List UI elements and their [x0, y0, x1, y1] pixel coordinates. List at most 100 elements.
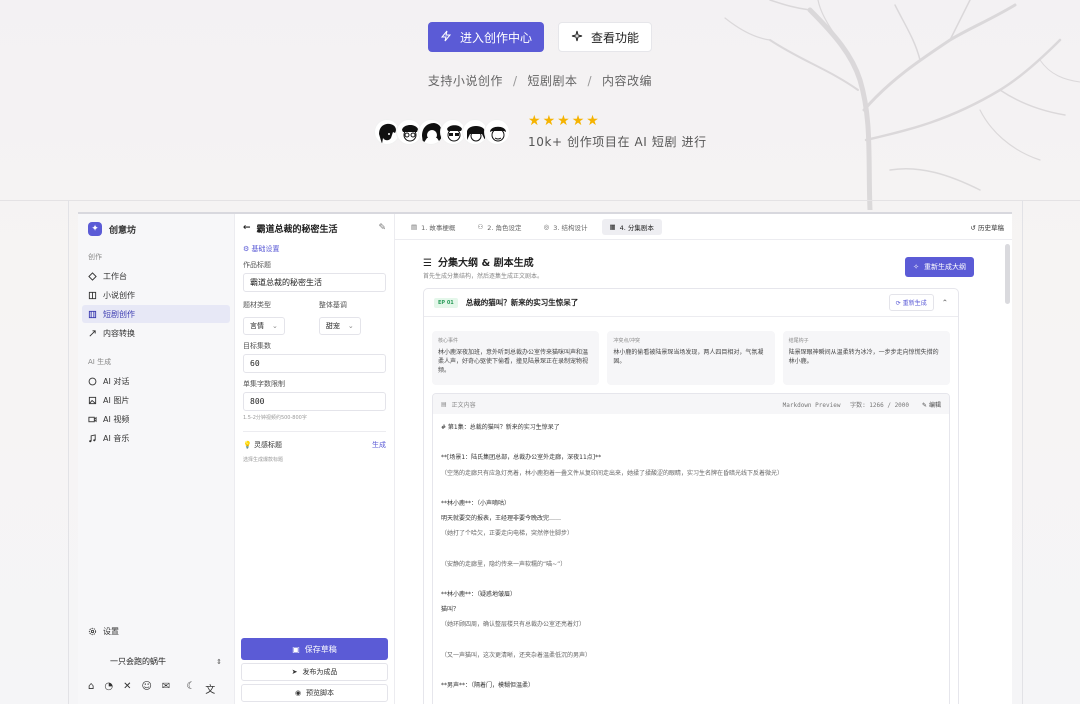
- star-icon: ★: [528, 113, 541, 129]
- hero-tagline: 支持小说创作 / 短剧剧本 / 内容改编: [0, 72, 1080, 89]
- chevron-down-icon: ⌄: [347, 322, 354, 330]
- save-draft-button[interactable]: ▣ 保存草稿: [241, 638, 388, 660]
- work-title-label: 作品标题: [243, 261, 271, 269]
- star-icon: ★: [557, 113, 570, 129]
- main-scrollbar[interactable]: [1005, 244, 1010, 304]
- sidebar-item-ai-video[interactable]: AI 视频: [82, 410, 230, 428]
- film-icon: [88, 310, 97, 318]
- section-ai-label: AI 生成: [88, 358, 112, 366]
- history-drafts-button[interactable]: ↺ 历史草稿: [970, 222, 1004, 232]
- edit-icon[interactable]: ✎: [378, 223, 386, 233]
- sidebar-item-label: 短剧创作: [103, 309, 135, 319]
- sidebar-item-ai-chat[interactable]: AI 对话: [82, 372, 230, 390]
- document-icon: ▤: [411, 222, 418, 231]
- chevron-down-icon: ⌄: [272, 322, 278, 330]
- music-icon: [89, 433, 96, 442]
- tone-select[interactable]: 甜宠 ⌄: [318, 317, 361, 335]
- sidebar-item-label: 小说创作: [103, 290, 135, 300]
- transform-icon: [89, 329, 96, 337]
- github-icon[interactable]: ◔: [104, 681, 113, 696]
- user-switcher[interactable]: 一只会跑的蜗牛 ⇕: [78, 650, 234, 673]
- episodes-input[interactable]: 60: [243, 354, 386, 373]
- translate-icon[interactable]: 文: [205, 681, 215, 696]
- words-limit-input[interactable]: 800: [243, 392, 386, 411]
- sidebar-item-label: AI 对话: [103, 376, 130, 386]
- sidebar: ✦ 创意坊 创作 工作台 小说创作 短剧创作 内容转换 AI 生成 AI 对话 …: [78, 214, 235, 704]
- tab-structure[interactable]: ◎ 3. 结构设计: [536, 219, 596, 235]
- tab-label: 4. 分集剧本: [619, 223, 654, 232]
- page-title: 分集大纲 & 剧本生成: [437, 258, 534, 269]
- star-icon: ★: [542, 113, 556, 129]
- tone-label: 整体基调: [318, 301, 347, 309]
- tab-characters[interactable]: ⚇ 2. 角色设定: [469, 219, 529, 235]
- episode-header[interactable]: EP 01 总裁的猫叫？新来的实习生惊呆了 ⟳ 重新生成 ⌃: [424, 289, 958, 317]
- page-subtitle: 首先生成分集结构，然后逐集生成正文剧本。: [423, 273, 544, 280]
- work-title-input[interactable]: 霸道总裁的秘密生活: [243, 273, 386, 292]
- view-features-button[interactable]: 查看功能: [558, 22, 653, 52]
- form-divider: [243, 431, 386, 432]
- view-features-label: 查看功能: [591, 30, 640, 45]
- history-label: 历史草稿: [978, 223, 1004, 232]
- script-line: （她环顾四周，确认整层楼只有总裁办公室还亮着灯）: [441, 621, 586, 629]
- sidebar-item-novel[interactable]: 小说创作: [82, 286, 230, 304]
- sidebar-item-settings[interactable]: 设置: [82, 622, 230, 640]
- preview-script-button[interactable]: ◉ 预览脚本: [241, 684, 388, 702]
- film-icon: ▦: [609, 222, 616, 231]
- genre-select[interactable]: 言情 ⌄: [243, 317, 285, 335]
- sidebar-item-transform[interactable]: 内容转换: [82, 324, 230, 342]
- script-line: # 第1集：总裁的猫叫？新来的实习生惊呆了: [441, 424, 560, 431]
- generate-title-link[interactable]: 生成: [372, 440, 386, 450]
- sidebar-item-label: 内容转换: [103, 328, 135, 338]
- publish-button[interactable]: ➤ 发布为成品: [241, 663, 388, 681]
- project-form: ← 霸道总裁的秘密生活 ✎ ⚙ 基础设置 作品标题 霸道总裁的秘密生活 题材类型…: [235, 214, 395, 704]
- inspiration-label: 灵感标题: [253, 441, 282, 449]
- sidebar-item-workbench[interactable]: 工作台: [82, 267, 230, 285]
- fact-label: 核心事件: [438, 338, 459, 344]
- regenerate-episode-button[interactable]: ⟳ 重新生成: [888, 294, 934, 311]
- fact-text: 林小鹿深夜加班，意外听到总裁办公室传来猫咪叫声和温柔人声，好奇心驱使下偷看，撞见…: [438, 349, 589, 374]
- script-line: [441, 435, 941, 450]
- bulb-icon: 💡: [243, 441, 252, 449]
- script-line: 明天就要交的报表，王经理非要今晚改完……: [441, 515, 562, 523]
- enter-studio-button[interactable]: 进入创作中心: [427, 22, 544, 52]
- main-title-wrap: ☰ 分集大纲 & 剧本生成: [423, 254, 534, 269]
- moon-icon[interactable]: ☾: [186, 681, 195, 696]
- lightning-icon: [440, 30, 452, 45]
- tab-episodes[interactable]: ▦ 4. 分集剧本: [601, 218, 662, 235]
- discord-icon[interactable]: ☺: [141, 681, 151, 696]
- sidebar-item-drama[interactable]: 短剧创作: [82, 305, 230, 323]
- tab-synopsis[interactable]: ▤ 1. 故事梗概: [403, 219, 463, 235]
- back-arrow-icon[interactable]: ←: [243, 223, 251, 233]
- home-icon[interactable]: ⌂: [88, 681, 94, 696]
- word-count: 字数: 1266 / 2000: [850, 401, 910, 409]
- basic-settings-text: 基础设置: [251, 245, 280, 253]
- hero-divider: [0, 200, 1080, 201]
- chat-icon: [88, 377, 97, 385]
- words-limit-note: 1.5-2分钟视频约500-800字: [243, 415, 307, 421]
- fact-label: 冲突点/冲突: [613, 338, 641, 344]
- edit-button[interactable]: ✎ 编辑: [922, 400, 941, 409]
- script-editor[interactable]: ▤ 正文内容 Markdown Preview 字数: 1266 / 2000 …: [432, 393, 950, 704]
- episode-facts: 核心事件 林小鹿深夜加班，意外听到总裁办公室传来猫咪叫声和温柔人声，好奇心驱使下…: [424, 317, 958, 385]
- list-icon: ☰: [423, 258, 432, 269]
- tab-label: 3. 结构设计: [553, 223, 588, 232]
- user-name: 一只会跑的蜗牛: [110, 657, 166, 666]
- editor-mode: Markdown Preview: [782, 401, 841, 409]
- video-icon: [88, 416, 97, 422]
- tagline-drama: 短剧剧本: [527, 74, 578, 88]
- genre-label: 题材类型: [243, 301, 271, 309]
- avatar: [484, 119, 510, 145]
- brand[interactable]: ✦ 创意坊: [78, 214, 234, 244]
- script-line: [441, 481, 941, 496]
- sidebar-item-ai-music[interactable]: AI 音乐: [82, 429, 230, 447]
- fact-text: 林小鹿的偷看被陆景琛当场发现，两人四目相对，气氛凝固。: [613, 349, 764, 365]
- mail-icon[interactable]: ✉: [162, 681, 170, 696]
- chevron-up-icon[interactable]: ⌃: [942, 298, 948, 307]
- sidebar-item-ai-image[interactable]: AI 图片: [82, 391, 230, 409]
- regenerate-outline-button[interactable]: ✧ 重新生成大纲: [905, 257, 974, 277]
- x-icon[interactable]: ✕: [123, 681, 131, 696]
- settings-small-icon: ⚙: [243, 245, 250, 253]
- main-panel: ▤ 1. 故事梗概 ⚇ 2. 角色设定 ◎ 3. 结构设计 ▦ 4. 分集剧本 …: [395, 214, 1012, 704]
- book-icon: [88, 291, 97, 299]
- inspiration-note: 选择生成爆款标题: [243, 457, 284, 463]
